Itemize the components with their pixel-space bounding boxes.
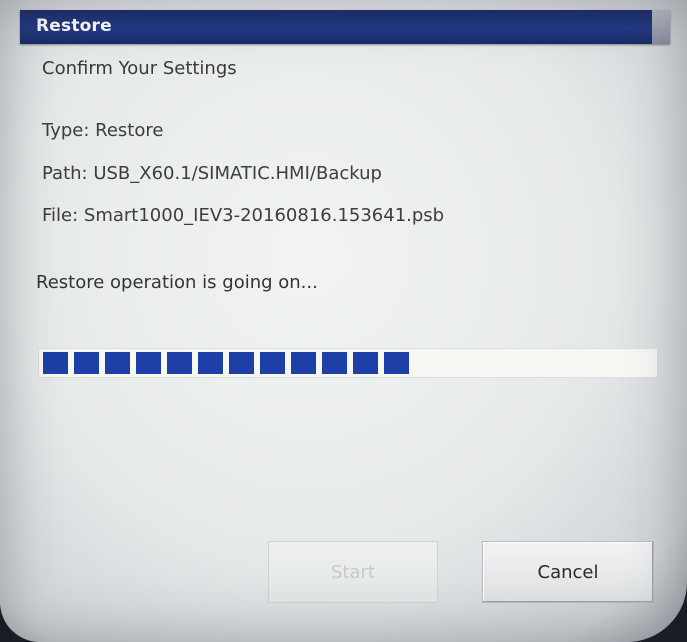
- progress-block: [260, 352, 285, 374]
- close-icon[interactable]: [652, 10, 670, 44]
- restore-path-label: Path: USB_X60.1/SIMATIC.HMI/Backup: [42, 163, 382, 184]
- dialog-title: Restore: [36, 16, 112, 36]
- hmi-screen: Restore Confirm Your Settings Type: Rest…: [0, 0, 687, 642]
- progress-block: [322, 352, 347, 374]
- progress-block: [167, 352, 192, 374]
- dialog-heading: Confirm Your Settings: [42, 58, 237, 79]
- progress-block: [229, 352, 254, 374]
- progress-block: [74, 352, 99, 374]
- progress-block: [198, 352, 223, 374]
- status-text: Restore operation is going on...: [36, 272, 318, 293]
- restore-file-label: File: Smart1000_IEV3-20160816.153641.psb: [42, 205, 445, 226]
- progress-block: [384, 352, 409, 374]
- start-button[interactable]: Start: [268, 541, 438, 603]
- progress-bar: [38, 348, 658, 378]
- progress-fill: [43, 352, 409, 374]
- progress-block: [353, 352, 378, 374]
- dialog-titlebar: Restore: [20, 10, 670, 44]
- cancel-button[interactable]: Cancel: [482, 541, 654, 603]
- progress-block: [291, 352, 316, 374]
- progress-block: [43, 352, 68, 374]
- progress-block: [136, 352, 161, 374]
- progress-block: [105, 352, 130, 374]
- restore-type-label: Type: Restore: [42, 120, 164, 141]
